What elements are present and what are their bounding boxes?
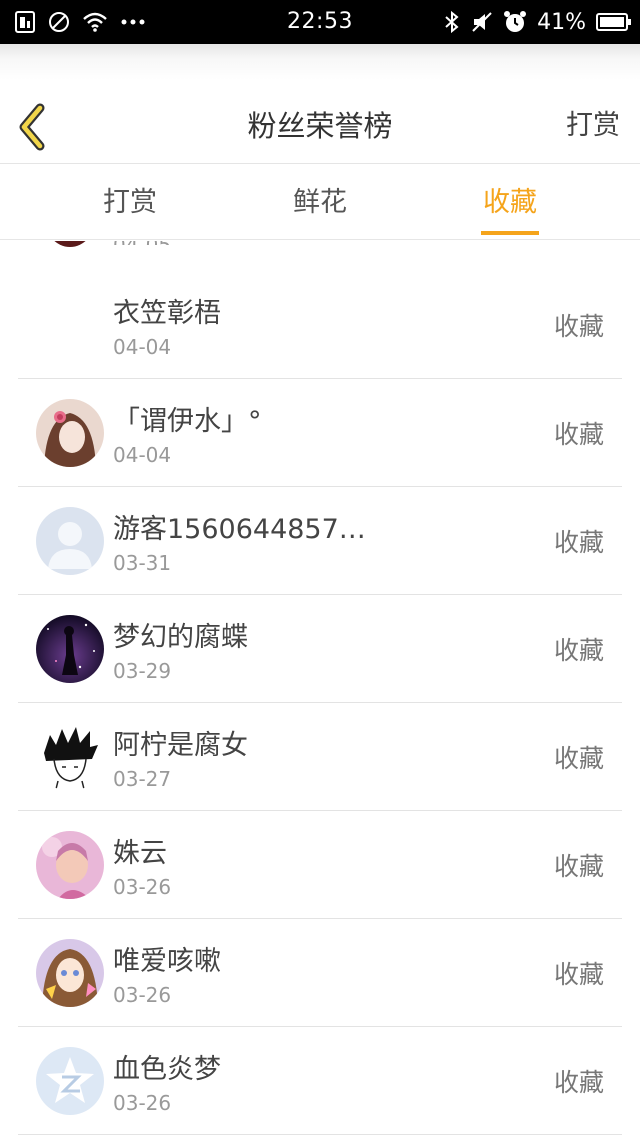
list-item-date: 03-26 [113,1091,172,1115]
list-item-date: 03-26 [113,875,172,899]
list-item-action: 收藏 [553,852,604,881]
avatar [36,241,104,249]
avatar [36,1047,104,1115]
mute-icon [471,11,493,33]
list-item-date: 03-27 [113,767,172,791]
list-item-date: 04-04 [113,335,172,359]
list-item[interactable]: 游客1560644857… 03-31 收藏 [18,487,622,595]
list-item-action: 收藏 [553,960,604,989]
tab-favorites-label: 收藏 [483,187,537,218]
active-tab-indicator [481,231,539,235]
list-item-name: 血色炎梦 [113,1054,221,1085]
list-item-name: 「谓伊水」° [113,406,262,437]
status-bar: 22:53 41% [0,0,640,44]
tab-favorites[interactable]: 收藏 [450,164,570,240]
status-right-icons: 41% [443,0,632,44]
avatar [36,507,104,575]
list-item-action: 收藏 [553,636,604,665]
list-item[interactable]: 血色炎梦 03-26 收藏 [18,1027,622,1135]
list-item[interactable]: 衣笠彰梧 04-04 收藏 [18,271,622,379]
list-item-date: 03-29 [113,659,172,683]
back-button[interactable] [14,102,54,152]
reward-action-button[interactable]: 打赏 [566,80,620,172]
tab-reward[interactable]: 打赏 [70,164,190,240]
list-item-action: 收藏 [553,528,604,557]
tab-reward-label: 打赏 [103,187,157,218]
list-item-date: 04-04 [113,443,172,467]
fan-list[interactable]: 04-05 衣笠彰梧 04-04 收藏 「谓伊水」° 04-04 收藏 [0,241,640,1138]
avatar [36,939,104,1007]
list-item-name: 游客1560644857… [113,514,366,545]
bluetooth-icon [443,10,461,34]
avatar [36,831,104,899]
alarm-icon [503,10,527,34]
list-item-date: 03-31 [113,551,172,575]
avatar [36,399,104,467]
list-item-name: 阿柠是腐女 [113,730,248,761]
header-shadow-area [0,44,640,80]
avatar [36,615,104,683]
list-item-action: 收藏 [553,312,604,341]
page-title: 粉丝荣誉榜 [247,109,393,143]
default-user-icon [36,507,104,575]
nav-bar: 粉丝荣誉榜 打赏 [0,80,640,164]
list-item-name: 衣笠彰梧 [113,298,221,329]
qzone-logo-icon [36,1047,104,1115]
battery-icon [596,12,632,32]
list-item[interactable]: 梦幻的腐蝶 03-29 收藏 [18,595,622,703]
tab-flowers-label: 鲜花 [293,187,347,218]
list-item-date: 03-26 [113,983,172,1007]
list-item-name: 姝云 [113,838,167,869]
list-item-name: 唯爱咳嗽 [113,946,221,977]
list-item-action: 收藏 [553,1068,604,1097]
tab-flowers[interactable]: 鲜花 [260,164,380,240]
list-item-action: 收藏 [553,744,604,773]
tab-bar: 打赏 鲜花 收藏 [0,164,640,240]
list-item-date: 04-05 [113,241,171,245]
battery-percent: 41% [537,9,586,35]
list-item-name: 梦幻的腐蝶 [113,622,248,653]
list-item[interactable]: 唯爱咳嗽 03-26 收藏 [18,919,622,1027]
avatar [36,723,104,791]
list-item[interactable]: 「谓伊水」° 04-04 收藏 [18,379,622,487]
list-item-action: 收藏 [553,420,604,449]
list-item[interactable]: 阿柠是腐女 03-27 收藏 [18,703,622,811]
list-item[interactable]: 姝云 03-26 收藏 [18,811,622,919]
chevron-left-icon [19,103,45,151]
